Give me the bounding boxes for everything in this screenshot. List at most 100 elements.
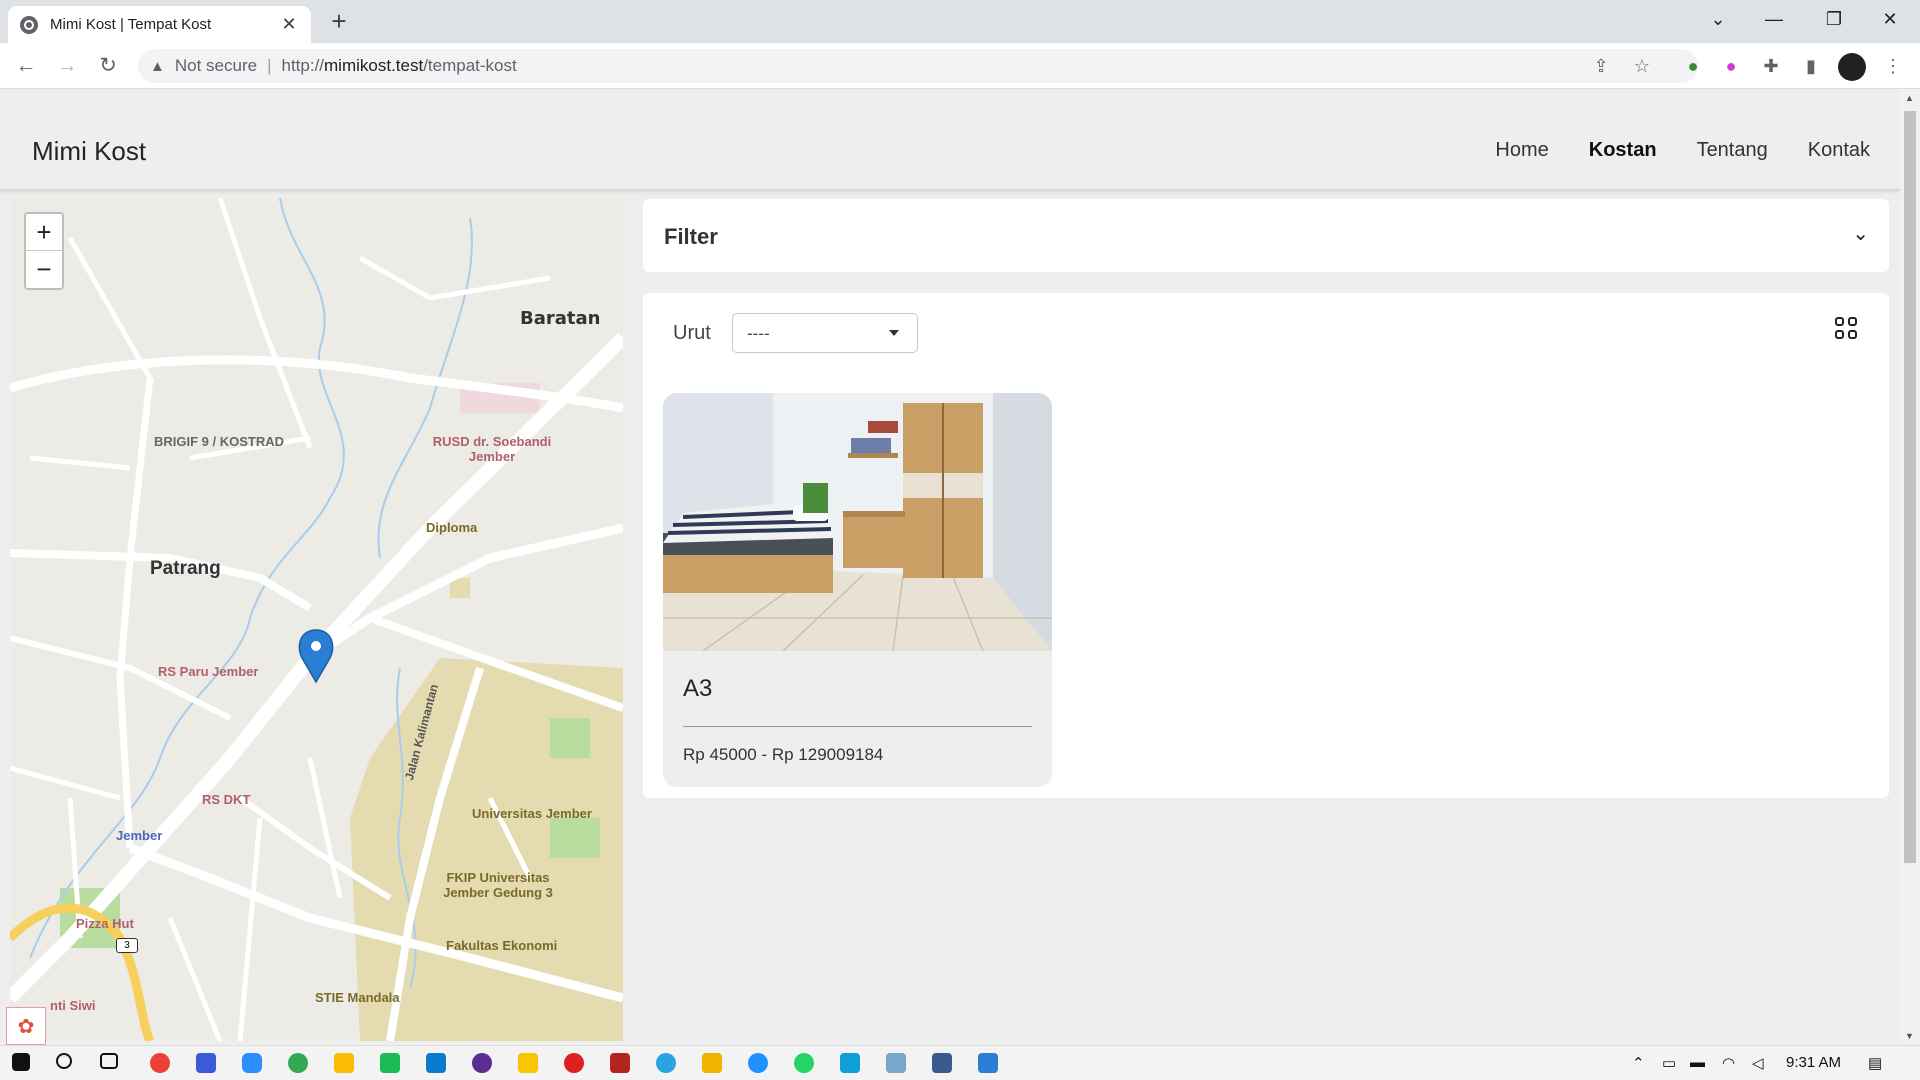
spotify-taskbar-icon[interactable] — [380, 1053, 400, 1073]
listing-name[interactable]: A3 — [683, 675, 712, 703]
url-host: mimikost.test — [324, 56, 424, 75]
map-label-brigif: BRIGIF 9 / KOSTRAD — [154, 434, 285, 449]
map-label-rs-dkt: RS DKT — [202, 792, 251, 807]
map-label-baratan: Baratan — [520, 308, 601, 329]
page-scrollbar[interactable]: ▲ ▼ — [1900, 89, 1920, 1045]
app-red-taskbar-icon[interactable] — [564, 1053, 584, 1073]
warning-icon[interactable]: ▲ — [150, 58, 165, 75]
drive-taskbar-icon[interactable] — [334, 1053, 354, 1073]
zoom-out-button[interactable]: − — [26, 251, 62, 288]
minimize-icon[interactable]: — — [1746, 0, 1802, 40]
wifi-icon[interactable]: ◠ — [1722, 1054, 1735, 1072]
meet-now-icon[interactable]: ▭ — [1662, 1054, 1676, 1072]
share-icon[interactable]: ⇪ — [1588, 53, 1614, 79]
map-label-pizza-hut: Pizza Hut — [76, 916, 134, 931]
map-label-rs-paru: RS Paru Jember — [158, 664, 259, 679]
file-explorer-taskbar-icon[interactable] — [702, 1053, 722, 1073]
site-navbar: Mimi Kost Home Kostan Tentang Kontak — [0, 89, 1900, 189]
address-bar[interactable]: ▲ Not secure | http://mimikost.test/temp… — [138, 49, 1698, 83]
results-panel: Urut ---- A3 Rp 45000 - Rp 129009184 — [643, 293, 1889, 798]
chrome-menu-icon[interactable]: ⋮ — [1880, 53, 1906, 79]
tab-search-icon[interactable]: ⌄ — [1690, 0, 1746, 40]
address-separator: | — [267, 56, 272, 75]
filezilla-taskbar-icon[interactable] — [610, 1053, 630, 1073]
whatsapp-taskbar-icon[interactable] — [794, 1053, 814, 1073]
map-label-diploma: Diploma — [426, 520, 478, 535]
browser-tab-strip: Mimi Kost | Tempat Kost ✕ + ⌄ — ❐ ✕ — [0, 0, 1920, 43]
notifications-icon[interactable]: ▤ — [1868, 1054, 1882, 1072]
extension-globe-icon[interactable]: ● — [1680, 53, 1706, 79]
room-image — [663, 393, 1052, 651]
map-label-fakultas-ekonomi: Fakultas Ekonomi — [446, 938, 558, 953]
edge-taskbar-icon[interactable] — [840, 1053, 860, 1073]
globe-icon — [20, 15, 38, 34]
scroll-down-icon[interactable]: ▼ — [1905, 1031, 1914, 1041]
map[interactable]: + − Baratan BRIGIF 9 / KOSTRAD RUSD dr. … — [10, 198, 623, 1041]
color-picker-extension-icon[interactable]: ● — [1718, 53, 1744, 79]
app-screen-taskbar-icon[interactable] — [978, 1053, 998, 1073]
filter-panel[interactable]: Filter ⌄ — [643, 199, 1889, 272]
sort-select[interactable]: ---- — [732, 313, 918, 353]
volume-icon[interactable]: ◁ — [1752, 1054, 1764, 1072]
battery-icon[interactable]: ▬ — [1690, 1054, 1705, 1071]
search-icon[interactable] — [56, 1053, 72, 1069]
url-path: /tempat-kost — [423, 56, 517, 75]
windows-start-icon[interactable] — [12, 1053, 30, 1071]
zoom-taskbar-icon[interactable] — [242, 1053, 262, 1073]
close-tab-icon[interactable]: ✕ — [279, 14, 299, 35]
listing-price: Rp 45000 - Rp 129009184 — [683, 745, 884, 764]
grid-view-icon[interactable] — [1835, 317, 1859, 341]
app-purple-taskbar-icon[interactable] — [472, 1053, 492, 1073]
close-window-icon[interactable]: ✕ — [1862, 0, 1918, 40]
scroll-up-icon[interactable]: ▲ — [1905, 93, 1914, 103]
extensions-puzzle-icon[interactable]: ✚ — [1758, 53, 1784, 79]
chevron-down-icon[interactable]: ⌄ — [1852, 221, 1869, 246]
app-yellow-taskbar-icon[interactable] — [518, 1053, 538, 1073]
listing-card[interactable]: A3 Rp 45000 - Rp 129009184 — [663, 393, 1052, 787]
browser-tab[interactable]: Mimi Kost | Tempat Kost ✕ — [8, 6, 311, 43]
map-label-jember-station: Jember — [116, 828, 163, 843]
caret-down-icon — [889, 330, 899, 336]
nav-kontak[interactable]: Kontak — [1808, 139, 1870, 162]
app-blue-taskbar-icon[interactable] — [748, 1053, 768, 1073]
laravel-debug-icon[interactable]: ✿ — [6, 1007, 46, 1045]
road-shield: 3 — [116, 938, 138, 953]
app-window-taskbar-icon[interactable] — [886, 1053, 906, 1073]
profile-avatar[interactable] — [1838, 53, 1866, 81]
restore-icon[interactable]: ❐ — [1806, 0, 1862, 40]
nav-kostan[interactable]: Kostan — [1589, 139, 1657, 162]
side-panel-icon[interactable]: ▮ — [1798, 53, 1824, 79]
task-view-icon[interactable] — [100, 1053, 118, 1069]
new-tab-button[interactable]: + — [324, 6, 354, 36]
nav-tentang[interactable]: Tentang — [1697, 139, 1768, 162]
map-label-stie-mandala: STIE Mandala — [315, 990, 400, 1005]
taskbar-clock[interactable]: 9:31 AM — [1786, 1054, 1841, 1071]
filter-title: Filter — [664, 224, 718, 249]
telegram-taskbar-icon[interactable] — [656, 1053, 676, 1073]
url-text[interactable]: http://mimikost.test/tempat-kost — [281, 56, 516, 76]
map-label-patrang: Patrang — [150, 558, 221, 579]
browser-toolbar: ← → ↻ ▲ Not secure | http://mimikost.tes… — [0, 43, 1920, 89]
security-label[interactable]: Not secure — [175, 56, 257, 76]
back-icon[interactable]: ← — [10, 50, 42, 82]
chatgpt-taskbar-icon[interactable] — [288, 1053, 308, 1073]
listing-divider — [683, 726, 1032, 727]
bookmark-star-icon[interactable]: ☆ — [1629, 53, 1655, 79]
sort-value: ---- — [747, 324, 770, 343]
reload-icon[interactable]: ↻ — [92, 50, 124, 82]
listing-photo[interactable] — [663, 393, 1052, 651]
chrome-taskbar-icon[interactable] — [150, 1053, 170, 1073]
zoom-in-button[interactable]: + — [26, 214, 62, 251]
site-brand[interactable]: Mimi Kost — [32, 136, 146, 167]
forward-icon[interactable]: → — [51, 50, 83, 82]
map-label-nti-siwi: nti Siwi — [50, 998, 96, 1013]
vscode-taskbar-icon[interactable] — [426, 1053, 446, 1073]
map-label-fkip: FKIP Universitas Jember Gedung 3 — [443, 870, 553, 900]
page-viewport: Mimi Kost Home Kostan Tentang Kontak + −… — [0, 89, 1900, 1045]
app-network-taskbar-icon[interactable] — [932, 1053, 952, 1073]
sort-label: Urut — [673, 322, 711, 344]
app-taskbar-icon[interactable] — [196, 1053, 216, 1073]
nav-home[interactable]: Home — [1495, 139, 1548, 162]
scrollbar-thumb[interactable] — [1904, 111, 1916, 863]
chevron-up-icon[interactable]: ⌃ — [1632, 1054, 1645, 1072]
